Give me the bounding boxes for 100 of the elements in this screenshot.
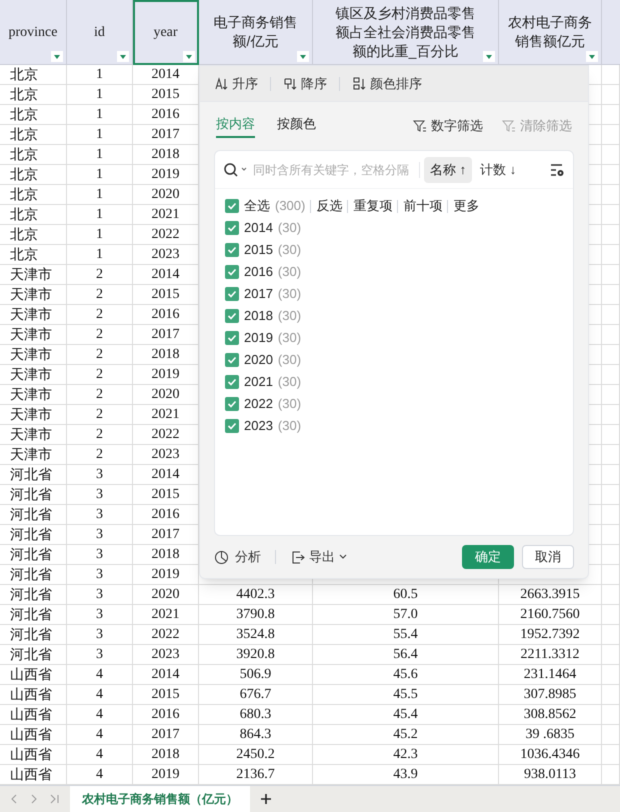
cancel-button[interactable]: 取消 [522, 545, 574, 569]
option-count: (30) [278, 307, 302, 326]
table-cell-text: 2019 [152, 366, 180, 384]
column-header[interactable]: year [133, 0, 199, 65]
checkbox-checked-icon[interactable] [225, 309, 239, 323]
sort-button[interactable]: 颜色排序 [350, 74, 424, 94]
table-cell-text: 3 [96, 646, 103, 664]
ok-button[interactable]: 确定 [462, 545, 514, 569]
empty-cell [602, 225, 620, 245]
table-cell-text: 2018 [152, 146, 180, 164]
checkbox-checked-icon[interactable] [225, 331, 239, 345]
empty-cell [602, 145, 620, 165]
table-cell-text: 北京 [10, 65, 38, 84]
quick-action-link[interactable]: 反选 [316, 196, 342, 216]
empty-cell [602, 405, 620, 425]
export-icon [290, 550, 305, 564]
table-cell-text: 3 [96, 506, 103, 524]
option-label[interactable]: 2023 [244, 416, 273, 436]
table-cell-text: 山西省 [10, 745, 52, 764]
checkbox-checked-icon[interactable] [225, 353, 239, 367]
table-cell-text: 2160.7560 [520, 606, 580, 624]
empty-cell [602, 465, 620, 485]
table-cell-text: 天津市 [10, 285, 52, 304]
table-cell-text: 680.3 [240, 706, 272, 724]
option-label[interactable]: 2016 [244, 262, 273, 282]
checkbox-checked-icon[interactable] [225, 199, 239, 213]
table-cell-text: 45.5 [393, 686, 418, 704]
dropdown-icon [183, 51, 195, 62]
empty-cell [602, 545, 620, 565]
table-cell-text: 3 [96, 586, 103, 604]
table-cell-text: 2017 [152, 726, 180, 744]
filter-tab[interactable]: 按颜色 [277, 114, 316, 138]
table-cell-text: 2136.7 [236, 766, 275, 784]
number-filter-button[interactable]: 数字筛选 [412, 116, 483, 136]
table-cell-text: 河北省 [10, 525, 52, 544]
dropdown-icon [297, 51, 309, 62]
checkbox-checked-icon[interactable] [225, 419, 239, 433]
sort-button[interactable]: 降序 [281, 74, 329, 94]
empty-cell [602, 425, 620, 445]
quick-action-link[interactable]: 更多 [453, 196, 480, 216]
option-label[interactable]: 2019 [244, 328, 273, 348]
table-cell-text: 天津市 [10, 345, 52, 364]
quick-action-link[interactable]: 前十项 [403, 196, 442, 216]
sort-color-icon [352, 76, 367, 91]
table-cell-text: 2022 [152, 226, 180, 244]
dropdown-icon [51, 51, 63, 62]
filter-tab[interactable]: 按内容 [216, 114, 255, 138]
quick-action-link[interactable]: 重复项 [353, 196, 392, 216]
option-label[interactable]: 2017 [244, 284, 273, 304]
table-cell-text: 2018 [152, 746, 180, 764]
table-cell-text: 1 [96, 166, 103, 184]
option-label[interactable]: 2020 [244, 350, 273, 370]
table-cell-text: 1 [96, 226, 103, 244]
table-cell-text: 3 [96, 486, 103, 504]
option-label[interactable]: 2018 [244, 306, 273, 326]
checkbox-checked-icon[interactable] [225, 265, 239, 279]
table-cell-text: 河北省 [10, 565, 52, 584]
table-cell-text: 2021 [152, 606, 180, 624]
checkbox-checked-icon[interactable] [225, 375, 239, 389]
table-cell-text: 3524.8 [236, 626, 275, 644]
table-cell-text: 2019 [152, 566, 180, 584]
table-cell-text: 2 [96, 386, 103, 404]
option-label[interactable]: 2022 [244, 394, 273, 414]
sheet-tab[interactable]: 农村电子商务销售额（亿元） [70, 786, 250, 812]
checkbox-checked-icon[interactable] [225, 243, 239, 257]
table-cell-text: 2014 [152, 66, 180, 84]
export-button[interactable]: 导出 [290, 547, 347, 567]
table-cell-text: 2017 [152, 526, 180, 544]
option-label[interactable]: 2015 [244, 240, 273, 260]
checkbox-checked-icon[interactable] [225, 221, 239, 235]
checkbox-checked-icon[interactable] [225, 397, 239, 411]
checkbox-checked-icon[interactable] [225, 287, 239, 301]
table-cell-text: 60.5 [393, 586, 418, 604]
option-count: (300) [275, 197, 306, 216]
sort-option-button[interactable]: 名称 ↑ [424, 156, 472, 182]
table-cell-text: 1 [96, 66, 103, 84]
sort-option-button[interactable]: 计数 ↓ [474, 156, 522, 182]
table-cell-text: 3790.8 [236, 606, 275, 624]
column-header[interactable]: id [67, 0, 133, 65]
empty-cell [602, 365, 620, 385]
table-cell-text: 天津市 [10, 445, 52, 464]
column-header[interactable]: province [0, 0, 67, 65]
table-cell-text: 2021 [152, 406, 180, 424]
analyze-button[interactable]: 分析 [214, 547, 261, 567]
option-label[interactable]: 2014 [244, 218, 273, 238]
option-label[interactable]: 2021 [244, 372, 273, 392]
table-cell-text: 2 [96, 266, 103, 284]
option-label[interactable]: 全选 [244, 196, 270, 216]
table-cell-text: 2663.3915 [520, 586, 580, 604]
empty-cell [602, 525, 620, 545]
sort-button[interactable]: 升序 [212, 74, 260, 94]
dropdown-icon [117, 51, 129, 62]
empty-cell [602, 505, 620, 525]
table-cell-text: 3 [96, 546, 103, 564]
table-cell-text: 56.4 [393, 646, 418, 664]
empty-cell [602, 105, 620, 125]
table-cell-text: 山西省 [10, 665, 52, 684]
table-cell-text: 938.0113 [524, 766, 576, 784]
search-field[interactable]: 同时含所有关键字，空格分隔 [253, 160, 415, 178]
table-cell-text: 河北省 [10, 625, 52, 644]
